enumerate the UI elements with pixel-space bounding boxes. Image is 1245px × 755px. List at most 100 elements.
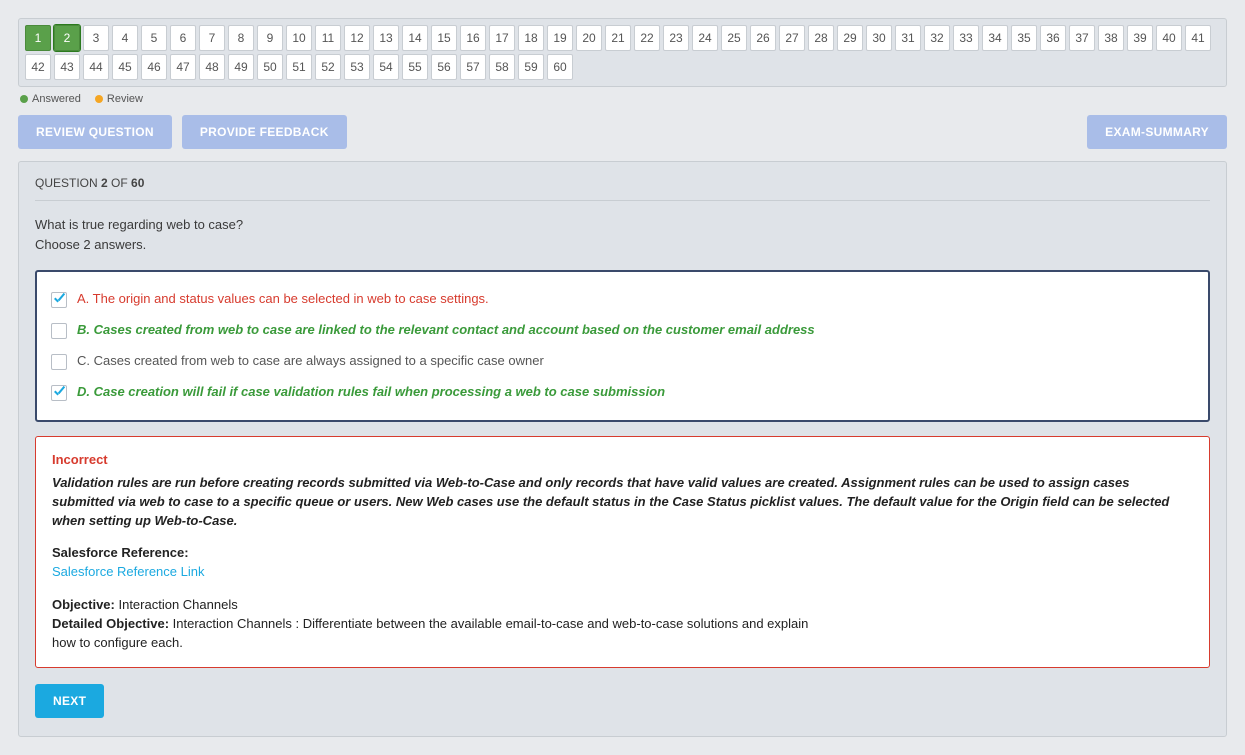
exam-summary-button[interactable]: EXAM-SUMMARY bbox=[1087, 115, 1227, 149]
question-nav-32[interactable]: 32 bbox=[924, 25, 950, 51]
question-nav-33[interactable]: 33 bbox=[953, 25, 979, 51]
question-nav-19[interactable]: 19 bbox=[547, 25, 573, 51]
question-nav-20[interactable]: 20 bbox=[576, 25, 602, 51]
question-text-line2: Choose 2 answers. bbox=[35, 235, 1210, 255]
question-nav-10[interactable]: 10 bbox=[286, 25, 312, 51]
objective-value: Interaction Channels bbox=[115, 597, 238, 612]
question-nav-24[interactable]: 24 bbox=[692, 25, 718, 51]
question-nav-58[interactable]: 58 bbox=[489, 54, 515, 80]
question-nav-12[interactable]: 12 bbox=[344, 25, 370, 51]
question-nav-56[interactable]: 56 bbox=[431, 54, 457, 80]
question-nav-17[interactable]: 17 bbox=[489, 25, 515, 51]
question-nav-27[interactable]: 27 bbox=[779, 25, 805, 51]
answers-box: A. The origin and status values can be s… bbox=[35, 270, 1210, 422]
answer-b[interactable]: B. Cases created from web to case are li… bbox=[51, 315, 1194, 346]
question-nav-6[interactable]: 6 bbox=[170, 25, 196, 51]
feedback-explanation: Validation rules are run before creating… bbox=[52, 474, 1193, 531]
question-nav-45[interactable]: 45 bbox=[112, 54, 138, 80]
question-nav-39[interactable]: 39 bbox=[1127, 25, 1153, 51]
checkbox-d[interactable] bbox=[51, 385, 67, 401]
question-nav-43[interactable]: 43 bbox=[54, 54, 80, 80]
question-nav-37[interactable]: 37 bbox=[1069, 25, 1095, 51]
question-nav-49[interactable]: 49 bbox=[228, 54, 254, 80]
question-nav-44[interactable]: 44 bbox=[83, 54, 109, 80]
question-nav-28[interactable]: 28 bbox=[808, 25, 834, 51]
answer-d-label: D. Case creation will fail if case valid… bbox=[77, 384, 1194, 399]
reference-link[interactable]: Salesforce Reference Link bbox=[52, 563, 1193, 582]
question-nav-51[interactable]: 51 bbox=[286, 54, 312, 80]
dot-green-icon bbox=[20, 95, 28, 103]
question-header-prefix: QUESTION bbox=[35, 176, 101, 190]
legend: Answered Review bbox=[18, 93, 1227, 105]
objective-line: Objective: Interaction Channels bbox=[52, 596, 1193, 615]
next-row: NEXT bbox=[35, 684, 1210, 718]
question-nav-16[interactable]: 16 bbox=[460, 25, 486, 51]
legend-review: Review bbox=[95, 93, 143, 105]
answer-c[interactable]: C. Cases created from web to case are al… bbox=[51, 346, 1194, 377]
question-navigator: 1234567891011121314151617181920212223242… bbox=[18, 18, 1227, 87]
question-nav-grid: 1234567891011121314151617181920212223242… bbox=[25, 25, 1220, 80]
checkbox-c[interactable] bbox=[51, 354, 67, 370]
answer-a-label: A. The origin and status values can be s… bbox=[77, 291, 1194, 306]
answer-d[interactable]: D. Case creation will fail if case valid… bbox=[51, 377, 1194, 408]
question-nav-41[interactable]: 41 bbox=[1185, 25, 1211, 51]
detailed-objective-label: Detailed Objective: bbox=[52, 616, 169, 631]
question-nav-22[interactable]: 22 bbox=[634, 25, 660, 51]
question-nav-15[interactable]: 15 bbox=[431, 25, 457, 51]
question-nav-48[interactable]: 48 bbox=[199, 54, 225, 80]
question-text: What is true regarding web to case? Choo… bbox=[35, 215, 1210, 254]
question-nav-13[interactable]: 13 bbox=[373, 25, 399, 51]
question-nav-36[interactable]: 36 bbox=[1040, 25, 1066, 51]
question-nav-50[interactable]: 50 bbox=[257, 54, 283, 80]
question-nav-54[interactable]: 54 bbox=[373, 54, 399, 80]
question-nav-29[interactable]: 29 bbox=[837, 25, 863, 51]
question-nav-18[interactable]: 18 bbox=[518, 25, 544, 51]
question-nav-3[interactable]: 3 bbox=[83, 25, 109, 51]
question-nav-53[interactable]: 53 bbox=[344, 54, 370, 80]
question-nav-59[interactable]: 59 bbox=[518, 54, 544, 80]
question-header-mid: OF bbox=[108, 176, 131, 190]
question-nav-14[interactable]: 14 bbox=[402, 25, 428, 51]
toolbar: REVIEW QUESTION PROVIDE FEEDBACK EXAM-SU… bbox=[18, 115, 1227, 149]
question-nav-47[interactable]: 47 bbox=[170, 54, 196, 80]
question-nav-4[interactable]: 4 bbox=[112, 25, 138, 51]
question-nav-34[interactable]: 34 bbox=[982, 25, 1008, 51]
question-nav-26[interactable]: 26 bbox=[750, 25, 776, 51]
question-header: QUESTION 2 OF 60 bbox=[35, 176, 1210, 201]
question-nav-46[interactable]: 46 bbox=[141, 54, 167, 80]
question-nav-8[interactable]: 8 bbox=[228, 25, 254, 51]
question-nav-7[interactable]: 7 bbox=[199, 25, 225, 51]
question-nav-1[interactable]: 1 bbox=[25, 25, 51, 51]
question-nav-52[interactable]: 52 bbox=[315, 54, 341, 80]
question-nav-2[interactable]: 2 bbox=[54, 25, 80, 51]
question-nav-23[interactable]: 23 bbox=[663, 25, 689, 51]
review-question-button[interactable]: REVIEW QUESTION bbox=[18, 115, 172, 149]
question-nav-31[interactable]: 31 bbox=[895, 25, 921, 51]
question-nav-57[interactable]: 57 bbox=[460, 54, 486, 80]
answer-a[interactable]: A. The origin and status values can be s… bbox=[51, 284, 1194, 315]
feedback-result: Incorrect bbox=[52, 451, 1193, 470]
question-nav-11[interactable]: 11 bbox=[315, 25, 341, 51]
question-nav-30[interactable]: 30 bbox=[866, 25, 892, 51]
question-nav-9[interactable]: 9 bbox=[257, 25, 283, 51]
question-nav-60[interactable]: 60 bbox=[547, 54, 573, 80]
question-nav-55[interactable]: 55 bbox=[402, 54, 428, 80]
legend-answered: Answered bbox=[20, 93, 81, 105]
question-nav-21[interactable]: 21 bbox=[605, 25, 631, 51]
checkbox-a[interactable] bbox=[51, 292, 67, 308]
question-nav-38[interactable]: 38 bbox=[1098, 25, 1124, 51]
question-nav-40[interactable]: 40 bbox=[1156, 25, 1182, 51]
question-nav-42[interactable]: 42 bbox=[25, 54, 51, 80]
detailed-objective-line: Detailed Objective: Interaction Channels… bbox=[52, 615, 812, 653]
provide-feedback-button[interactable]: PROVIDE FEEDBACK bbox=[182, 115, 347, 149]
answer-c-label: C. Cases created from web to case are al… bbox=[77, 353, 1194, 368]
next-button[interactable]: NEXT bbox=[35, 684, 104, 718]
objective-block: Objective: Interaction Channels Detailed… bbox=[52, 596, 1193, 653]
legend-answered-label: Answered bbox=[32, 93, 81, 105]
question-nav-5[interactable]: 5 bbox=[141, 25, 167, 51]
feedback-box: Incorrect Validation rules are run befor… bbox=[35, 436, 1210, 668]
question-nav-25[interactable]: 25 bbox=[721, 25, 747, 51]
question-nav-35[interactable]: 35 bbox=[1011, 25, 1037, 51]
checkbox-b[interactable] bbox=[51, 323, 67, 339]
toolbar-spacer bbox=[357, 115, 1078, 149]
